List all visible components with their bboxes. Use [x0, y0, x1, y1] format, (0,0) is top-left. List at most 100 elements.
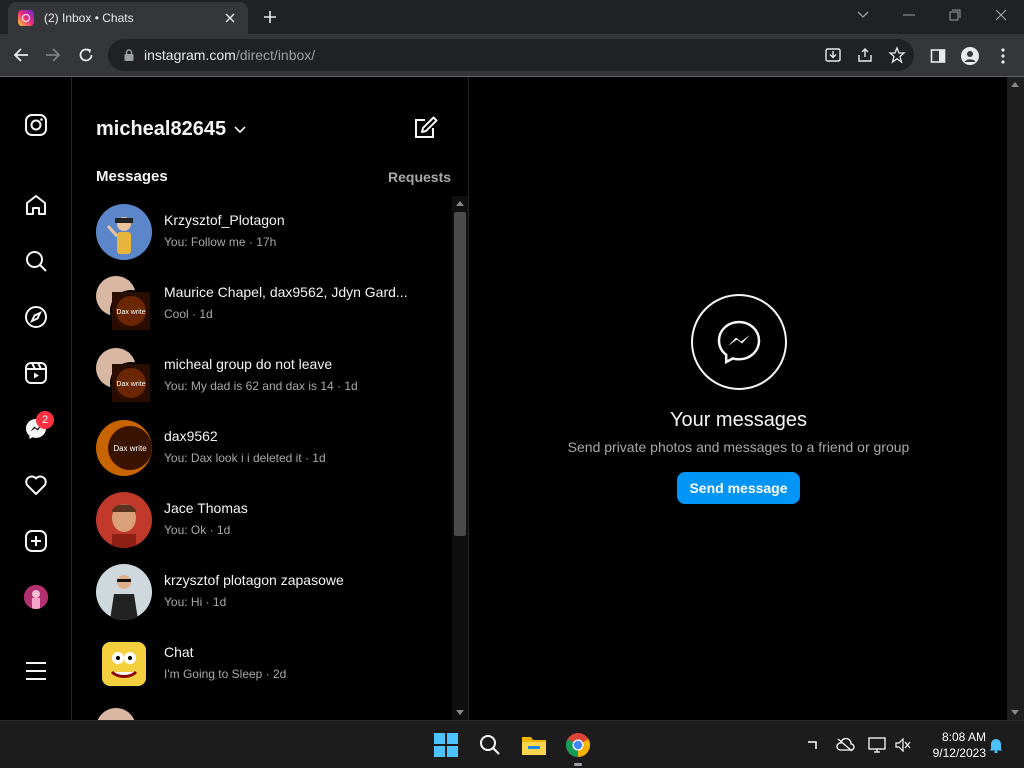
thread-preview: You: Ok · 1d [164, 523, 231, 537]
page-scrollbar[interactable] [1007, 77, 1024, 720]
heart-icon[interactable] [22, 471, 50, 499]
left-nav: 2 [0, 77, 72, 720]
inbox-panel: micheal82645 Messages Requests Krzysztof… [73, 77, 469, 720]
scroll-down-icon[interactable] [456, 710, 464, 715]
avatar-text: Dax write [116, 381, 145, 388]
account-username[interactable]: micheal82645 [96, 118, 226, 141]
thread-preview: You: Hi · 1d [164, 595, 227, 609]
thread-preview: You: My dad is 62 and dax is 14 · 1d [164, 379, 358, 393]
onedrive-offline-icon[interactable] [835, 735, 855, 755]
url-path: /direct/inbox/ [235, 47, 316, 63]
more-menu-icon[interactable] [22, 657, 50, 685]
thread-item[interactable]: Krzysztof_Plotagon You: Follow me · 17h [73, 196, 453, 268]
instagram-logo-icon[interactable] [22, 111, 50, 139]
thread-name: dax9562 [164, 428, 218, 444]
thread-item[interactable]: Dax write dax9562 You: Dax look i i dele… [73, 412, 453, 484]
avatar: Dax write [96, 420, 152, 476]
group-avatar: Dax write [96, 276, 152, 332]
avatar [96, 564, 152, 620]
scroll-down-icon[interactable] [1011, 710, 1019, 715]
profile-avatar[interactable] [24, 585, 48, 609]
thread-item[interactable]: krzysztof plotagon zapasowe You: Hi · 1d [73, 556, 453, 628]
forward-arrow-icon[interactable] [40, 42, 66, 68]
compose-new-message-icon[interactable] [413, 115, 439, 141]
reels-icon[interactable] [22, 359, 50, 387]
thread-name: micheal group do not leave [164, 356, 333, 372]
thread-item[interactable] [73, 700, 453, 720]
address-bar[interactable]: instagram.com/direct/inbox/ [108, 39, 914, 71]
inbox-scrollbar[interactable] [452, 196, 468, 720]
home-icon[interactable] [22, 191, 50, 219]
avatar [96, 492, 152, 548]
chevron-down-icon[interactable] [233, 122, 247, 136]
tray-overflow-icon[interactable] [802, 735, 822, 755]
explore-compass-icon[interactable] [22, 303, 50, 331]
instagram-app: 2 micheal82645 Messages Requests Krzyszt… [0, 77, 1007, 720]
instagram-favicon-icon [18, 10, 34, 26]
group-avatar: Dax write [96, 348, 152, 404]
profile-icon[interactable] [960, 46, 980, 66]
thread-preview: You: Dax look i i deleted it · 1d [164, 451, 326, 465]
system-clock[interactable]: 8:08 AM 9/12/2023 [920, 729, 986, 761]
thread-preview: I'm Going to Sleep · 2d [164, 667, 287, 681]
notification-badge: 2 [36, 411, 54, 429]
active-app-indicator [574, 763, 582, 766]
start-windows-icon[interactable] [430, 729, 462, 761]
create-plus-icon[interactable] [22, 527, 50, 555]
tab-close-icon[interactable] [222, 10, 238, 26]
avatar-text: Dax write [116, 309, 145, 316]
url-host: instagram.com [144, 47, 236, 63]
windows-taskbar: 8:08 AM 9/12/2023 [0, 720, 1024, 768]
browser-tab[interactable]: (2) Inbox • Chats [8, 2, 248, 34]
empty-state-title: Your messages [669, 409, 808, 431]
search-icon[interactable] [22, 247, 50, 275]
thread-item[interactable]: Dax write micheal group do not leave You… [73, 340, 453, 412]
scrollbar-thumb[interactable] [454, 212, 466, 536]
install-app-icon[interactable] [824, 46, 842, 64]
new-tab-icon[interactable] [258, 6, 282, 28]
thread-preview: Cool · 1d [164, 307, 213, 321]
tab-messages[interactable]: Messages [96, 168, 168, 185]
chrome-icon[interactable] [562, 729, 594, 761]
thread-name: Krzysztof_Plotagon [164, 212, 285, 228]
clock-time: 8:08 AM [941, 730, 986, 744]
minimize-icon[interactable] [886, 0, 932, 30]
scroll-up-icon[interactable] [456, 201, 464, 206]
browser-titlebar: (2) Inbox • Chats [0, 0, 1024, 34]
group-avatar [96, 708, 152, 720]
network-icon[interactable] [867, 735, 887, 755]
thread-preview: You: Follow me · 17h [164, 235, 277, 249]
avatar [96, 636, 152, 692]
conversation-pane: Your messages Send private photos and me… [470, 77, 1007, 720]
close-window-icon[interactable] [978, 0, 1024, 30]
share-icon[interactable] [856, 46, 874, 64]
restore-icon[interactable] [932, 0, 978, 30]
scroll-up-icon[interactable] [1011, 82, 1019, 87]
notification-bell-icon[interactable] [986, 735, 1006, 755]
send-message-button[interactable]: Send message [677, 472, 800, 504]
file-explorer-icon[interactable] [518, 729, 550, 761]
bookmark-star-icon[interactable] [888, 46, 906, 64]
volume-muted-icon[interactable] [893, 735, 913, 755]
thread-item[interactable]: Chat I'm Going to Sleep · 2d [73, 628, 453, 700]
thread-name: Chat [164, 644, 194, 660]
empty-state-subtitle: Send private photos and messages to a fr… [567, 439, 910, 455]
tab-requests[interactable]: Requests [388, 169, 451, 185]
avatar [96, 204, 152, 260]
side-panel-icon[interactable] [928, 46, 948, 66]
thread-name: Maurice Chapel, dax9562, Jdyn Gard... [164, 284, 408, 300]
tab-search-icon[interactable] [840, 0, 886, 30]
reload-icon[interactable] [73, 42, 99, 68]
menu-kebab-icon[interactable] [993, 46, 1013, 66]
messenger-circle-icon [691, 294, 787, 390]
tab-title: (2) Inbox • Chats [44, 11, 134, 25]
thread-name: krzysztof plotagon zapasowe [164, 572, 344, 588]
avatar-text: Dax write [113, 444, 147, 453]
thread-name: Jace Thomas [164, 500, 248, 516]
search-icon[interactable] [474, 729, 506, 761]
thread-item[interactable]: Jace Thomas You: Ok · 1d [73, 484, 453, 556]
back-arrow-icon[interactable] [8, 42, 34, 68]
browser-toolbar: instagram.com/direct/inbox/ [0, 34, 1024, 76]
thread-item[interactable]: Dax write Maurice Chapel, dax9562, Jdyn … [73, 268, 453, 340]
lock-icon [124, 49, 134, 61]
